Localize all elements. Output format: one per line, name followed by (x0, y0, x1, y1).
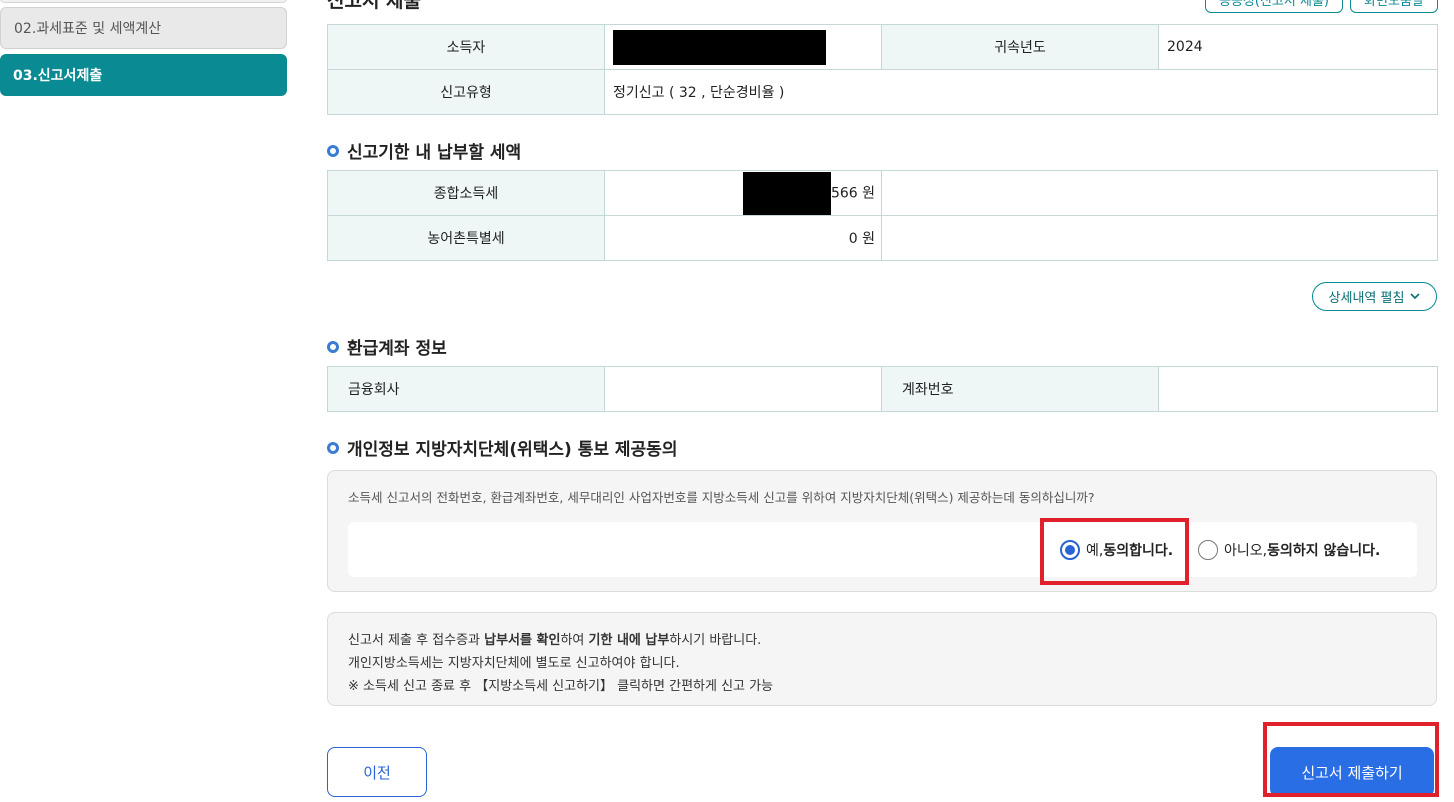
notice-text: 신고서 제출 후 접수증과 (348, 633, 485, 648)
empty-cell (881, 215, 1438, 261)
table-row: 신고유형 정기신고 ( 32 , 단순경비율 ) (327, 69, 1438, 115)
sidebar-item-top-cut[interactable] (0, 0, 287, 3)
income-tax-value: 566 원 (604, 170, 882, 216)
bullet-icon (327, 340, 339, 353)
refund-account-table: 금융회사 계좌번호 (327, 366, 1438, 412)
help-button[interactable]: 화면도움말 (1350, 0, 1438, 13)
table-row: 금융회사 계좌번호 (327, 366, 1438, 412)
section-title-text: 개인정보 지방자치단체(위택스) 통보 제공동의 (347, 440, 678, 460)
expand-details-button[interactable]: 상세내역 펼침 (1312, 282, 1437, 311)
highlight-box-submit (1263, 722, 1439, 797)
consent-box: 소득세 신고서의 전화번호, 환급계좌번호, 세무대리인 사업자번호를 지방소득… (327, 470, 1437, 592)
taxpayer-value (604, 24, 882, 70)
tax-section-title: 신고기한 내 납부할 세액 (327, 138, 521, 163)
year-label: 귀속년도 (881, 24, 1159, 70)
account-value (1158, 366, 1438, 412)
income-tax-label: 종합소득세 (327, 170, 605, 216)
bullet-icon (327, 144, 339, 157)
table-row: 농어촌특별세 0 원 (327, 215, 1438, 261)
table-row: 소득자 귀속년도 2024 (327, 24, 1438, 70)
notice-text: 하시기 바랍니다. (669, 633, 762, 648)
prev-button[interactable]: 이전 (327, 747, 427, 797)
section-title-text: 환급계좌 정보 (347, 339, 447, 359)
account-label: 계좌번호 (881, 366, 1159, 412)
bullet-icon (327, 441, 339, 454)
sidebar-item-tax-calculation[interactable]: 02.과세표준 및 세액계산 (0, 7, 287, 49)
refund-section-title: 환급계좌 정보 (327, 334, 447, 359)
notice-line-1: 신고서 제출 후 접수증과 납부서를 확인하여 기한 내에 납부하시기 바랍니다… (348, 629, 1416, 652)
sidebar-item-submit-return[interactable]: 03.신고서제출 (0, 54, 287, 96)
filing-info-table: 소득자 귀속년도 2024 신고유형 정기신고 ( 32 , 단순경비율 ) (327, 24, 1438, 115)
tax-amount-table: 종합소득세 566 원 농어촌특별세 0 원 (327, 170, 1438, 261)
empty-cell (881, 170, 1438, 216)
special-tax-label: 농어촌특별세 (327, 215, 605, 261)
page-title: 신고서 제출 (327, 0, 422, 12)
sidebar-item-label: 02.과세표준 및 세액계산 (14, 21, 162, 37)
bank-label: 금융회사 (327, 366, 605, 412)
notice-bold: 납부서를 확인 (484, 633, 561, 648)
notice-text: 하여 (560, 633, 589, 648)
no-label: 동의하지 않습니다. (1267, 542, 1381, 559)
filing-type-label: 신고유형 (327, 69, 605, 115)
redacted-block (742, 171, 831, 215)
consent-section-title: 개인정보 지방자치단체(위택스) 통보 제공동의 (327, 435, 677, 460)
consent-options: 예, 동의합니다. 아니오, 동의하지 않습니다. (348, 522, 1417, 577)
taxpayer-label: 소득자 (327, 24, 605, 70)
radio-unselected-icon[interactable] (1198, 539, 1218, 560)
redacted-block (613, 29, 826, 65)
year-value: 2024 (1158, 24, 1438, 70)
notice-bold: 기한 내에 납부 (588, 633, 670, 648)
sidebar-item-label: 03.신고서제출 (13, 68, 103, 84)
header-button-1[interactable]: 공공성(신고서 제출) (1205, 0, 1343, 13)
consent-question: 소득세 신고서의 전화번호, 환급계좌번호, 세무대리인 사업자번호를 지방소득… (348, 490, 1095, 505)
expand-details-label: 상세내역 펼침 (1328, 291, 1405, 306)
special-tax-value: 0 원 (604, 215, 882, 261)
table-row: 종합소득세 566 원 (327, 170, 1438, 216)
no-prefix: 아니오, (1224, 542, 1268, 559)
highlight-box-consent (1040, 518, 1189, 585)
consent-no-option[interactable]: 아니오, 동의하지 않습니다. (1198, 522, 1380, 577)
section-title-text: 신고기한 내 납부할 세액 (347, 143, 522, 163)
notice-line-2: 개인지방소득세는 지방자치단체에 별도로 신고하여야 합니다. (348, 656, 680, 671)
notice-line-3: ※ 소득세 신고 종료 후 【지방소득세 신고하기】 클릭하면 간편하게 신고 … (348, 679, 774, 694)
bank-value (604, 366, 882, 412)
filing-type-value: 정기신고 ( 32 , 단순경비율 ) (604, 69, 1438, 115)
chevron-down-icon (1410, 293, 1421, 300)
notice-box: 신고서 제출 후 접수증과 납부서를 확인하여 기한 내에 납부하시기 바랍니다… (327, 612, 1437, 706)
income-tax-amount: 566 원 (830, 185, 875, 201)
